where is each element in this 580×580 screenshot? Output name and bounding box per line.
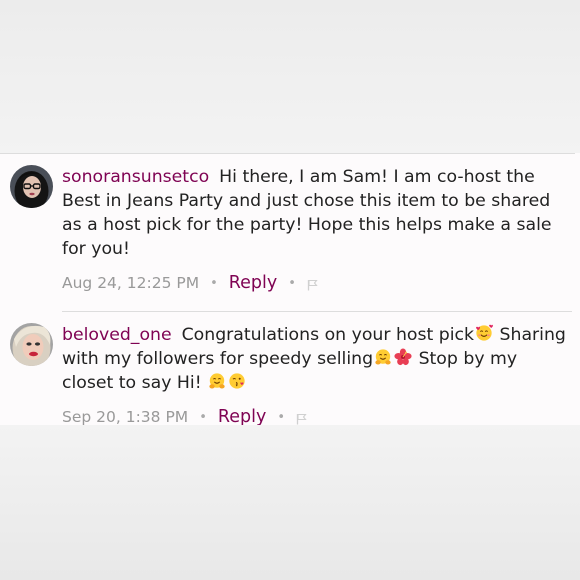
meta-separator: • [199,409,207,425]
top-background [0,0,580,153]
avatar[interactable] [10,165,53,208]
meta-separator: • [277,409,285,425]
comment-body-part: Congratulations on your host pick [181,325,475,345]
meta-separator: • [288,275,296,291]
hibiscus-icon [394,348,412,366]
comments-panel: sonoransunsetco Hi there, I am Sam! I am … [0,153,580,425]
face-blowing-kiss-icon [229,373,245,389]
avatar-dark-hair-glasses-icon [10,165,53,208]
comment-timestamp: Sep 20, 1:38 PM [62,408,189,425]
hugging-face-icon [375,349,391,365]
comment-username[interactable]: sonoransunsetco [62,167,209,187]
comment-text: sonoransunsetco Hi there, I am Sam! I am … [62,165,570,261]
comment-timestamp: Aug 24, 12:25 PM [62,274,200,292]
avatar[interactable] [10,323,53,366]
flag-icon[interactable] [296,411,307,425]
hugging-face-icon [209,373,225,389]
flag-icon[interactable] [307,277,318,291]
comment-meta: Sep 20, 1:38 PM • Reply • [62,407,307,425]
comment-meta: Aug 24, 12:25 PM • Reply • [62,273,318,293]
comment-username[interactable]: beloved_one [62,325,172,345]
smiling-face-with-hearts-icon [476,324,493,341]
reply-button[interactable]: Reply [218,407,266,425]
bottom-background [0,425,580,580]
comment-text: beloved_one Congratulations on your host … [62,323,570,395]
meta-separator: • [210,275,218,291]
comment-divider [62,311,572,312]
avatar-blonde-hair-icon [10,323,53,366]
top-divider [0,153,575,154]
reply-button[interactable]: Reply [229,273,277,293]
